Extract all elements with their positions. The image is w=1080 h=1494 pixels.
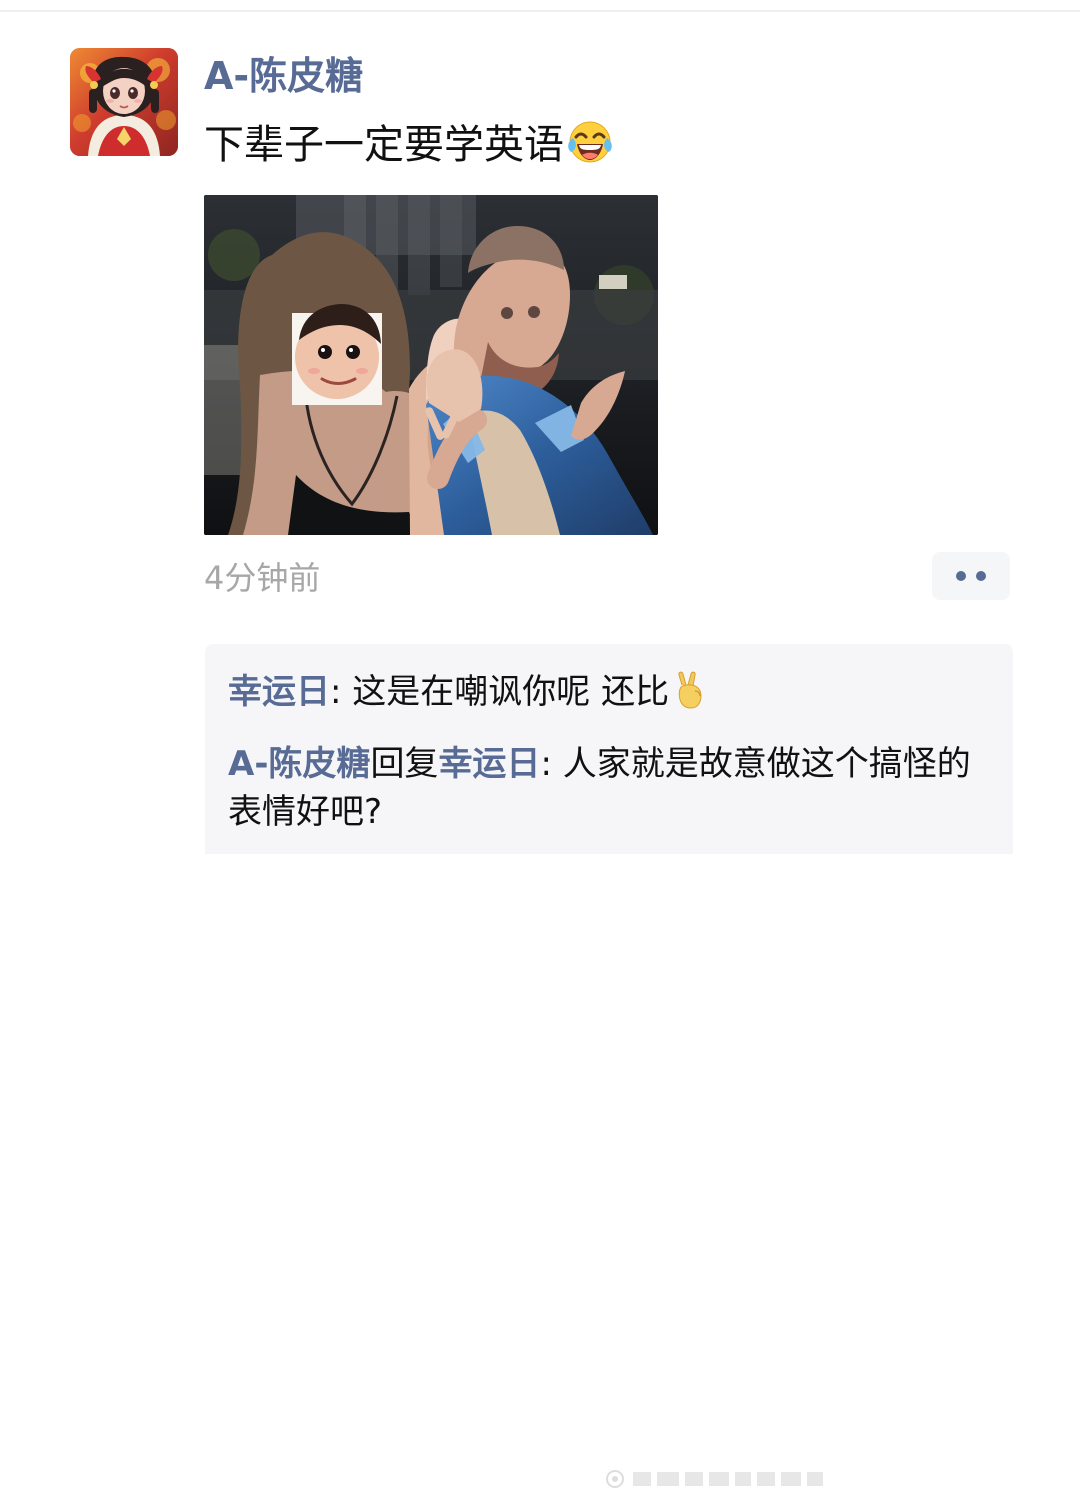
- comment-separator: :: [540, 744, 552, 784]
- reply-target[interactable]: 幸运日: [438, 744, 540, 784]
- watermark-icon: [606, 1470, 823, 1488]
- laughing-with-tears-emoji: [568, 121, 612, 163]
- comment-author[interactable]: A-陈皮糖: [228, 744, 370, 784]
- photo-with-sticker-icon: [204, 195, 658, 535]
- comment-text: 这是在嘲讽你呢 还比: [341, 672, 670, 712]
- post-caption: 下辈子一定要学英语: [204, 122, 564, 168]
- comment-item: 幸运日: 这是在嘲讽你呢 还比: [228, 668, 998, 716]
- moment-post: A-陈皮糖 下辈子一定要学英语 4分钟前 幸运日: 这是在嘲讽你呢 还比 A-陈…: [0, 0, 1080, 1488]
- more-dots-icon: [956, 571, 966, 581]
- author-avatar[interactable]: [70, 48, 178, 156]
- comment-author[interactable]: 幸运日: [228, 672, 330, 712]
- anime-girl-avatar-icon: [70, 48, 178, 156]
- post-timestamp: 4分钟前: [204, 559, 321, 597]
- post-photo[interactable]: [204, 195, 658, 535]
- post-text: 下辈子一定要学英语: [204, 118, 614, 171]
- more-actions-button[interactable]: [932, 552, 1010, 600]
- post-author-name[interactable]: A-陈皮糖: [204, 52, 363, 100]
- reply-word: 回复: [370, 744, 439, 784]
- victory-hand-emoji: [678, 671, 702, 709]
- comment-item: A-陈皮糖回复幸运日: 人家就是故意做这个搞怪的表情好吧?: [228, 740, 998, 836]
- comment-separator: :: [330, 672, 342, 712]
- comments-panel: 幸运日: 这是在嘲讽你呢 还比 A-陈皮糖回复幸运日: 人家就是故意做这个搞怪的…: [205, 644, 1013, 1488]
- more-dots-icon: [976, 571, 986, 581]
